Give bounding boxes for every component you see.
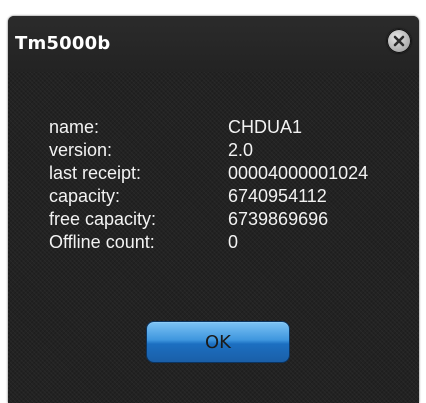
field-value: 2.0 [228,140,254,160]
field-row-offline-count: Offline count: 0 [8,230,419,254]
info-dialog: Tm5000b name: CHDUA1 version: 2.0 last r… [8,16,419,403]
field-label: free capacity: [49,209,157,229]
field-value: 6740954112 [228,186,327,206]
dialog-title: Tm5000b [15,33,111,54]
ok-button[interactable]: OK [146,321,290,363]
field-value: 6739869696 [228,209,329,229]
close-x-glyph [393,35,405,47]
close-icon[interactable] [387,29,411,53]
field-row-last-receipt: last receipt: 00004000001024 [8,161,419,185]
field-label: name: [49,117,100,137]
field-label: last receipt: [49,163,142,183]
field-row-free-capacity: free capacity: 6739869696 [8,207,419,231]
ok-button-label: OK [205,332,231,353]
field-label: version: [49,140,113,160]
field-row-name: name: CHDUA1 [8,115,419,139]
field-row-capacity: capacity: 6740954112 [8,184,419,208]
field-label: capacity: [49,186,121,206]
field-row-version: version: 2.0 [8,138,419,162]
field-value: CHDUA1 [228,117,303,137]
field-label: Offline count: [49,232,155,252]
field-value: 00004000001024 [228,163,369,183]
field-value: 0 [228,232,239,252]
dialog-titlebar: Tm5000b [8,16,419,72]
